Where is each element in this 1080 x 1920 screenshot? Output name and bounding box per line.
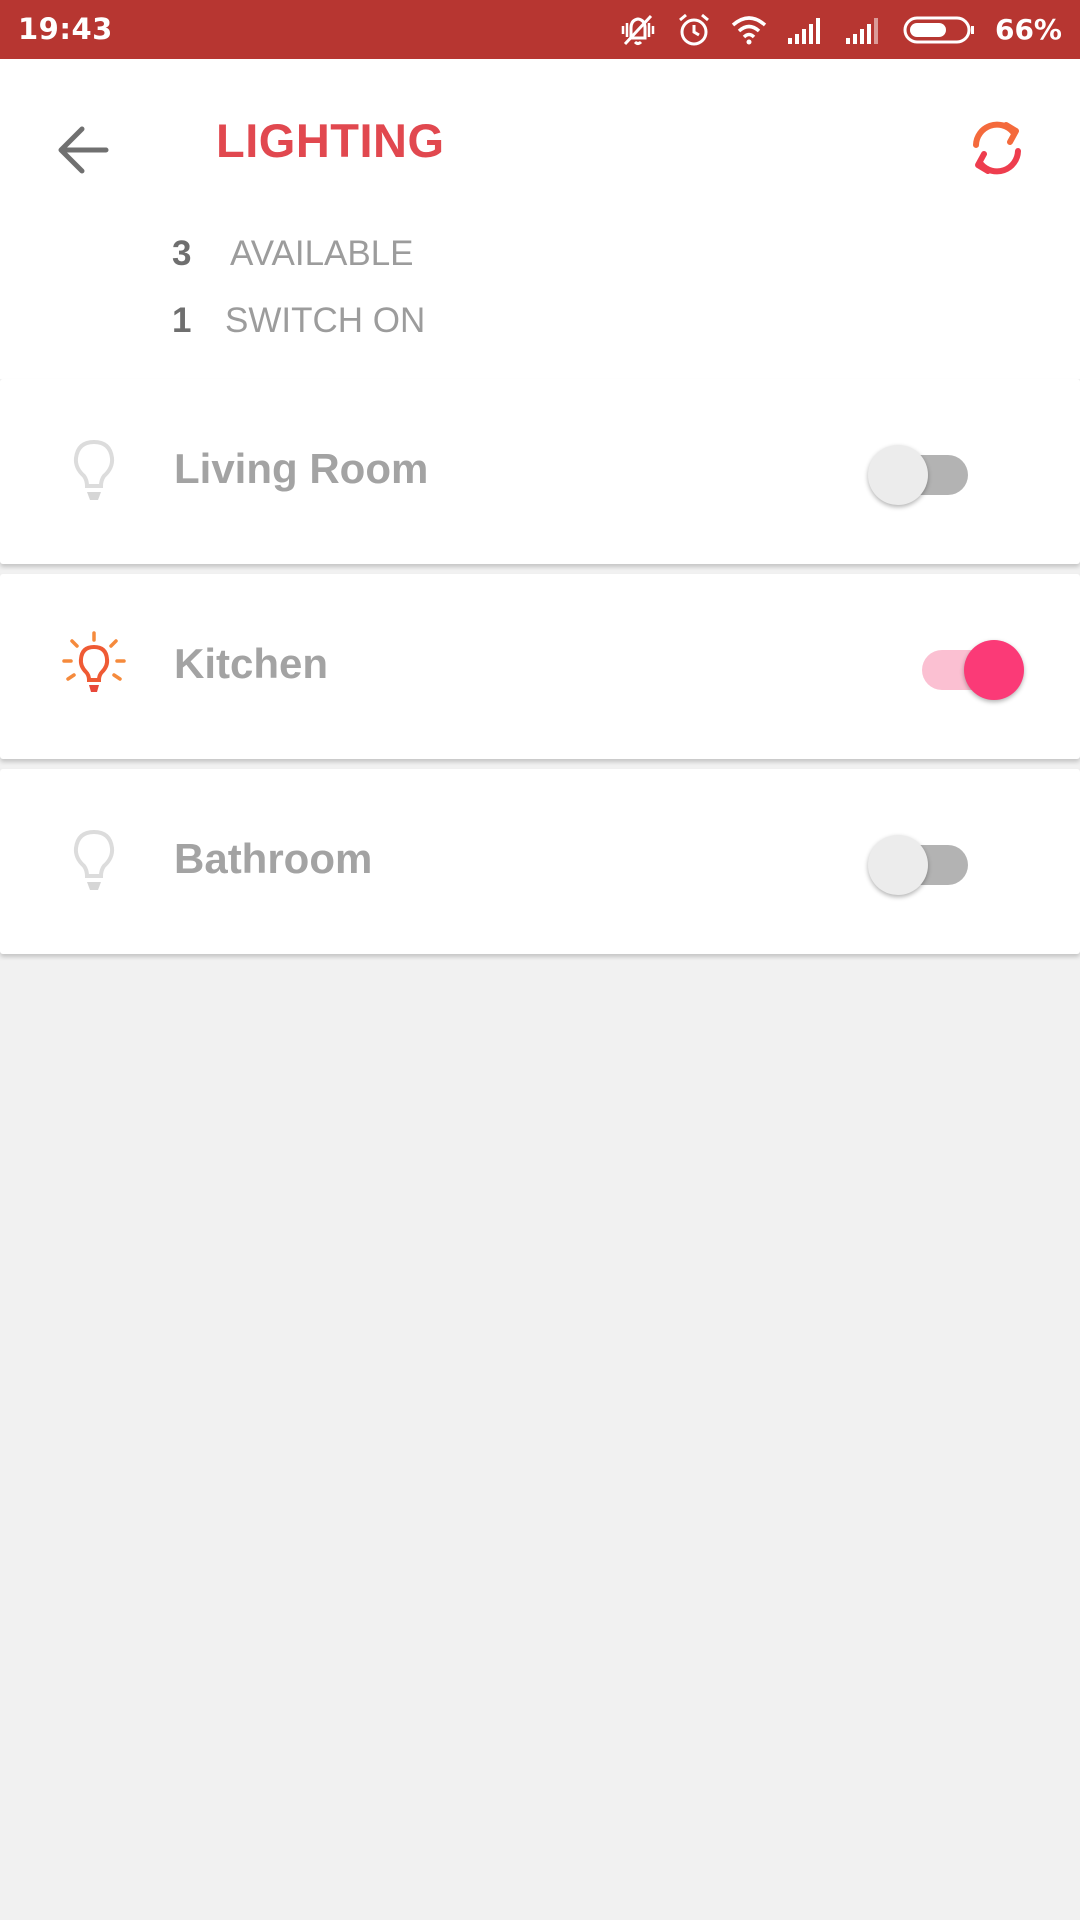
bulb-off-icon <box>58 434 130 506</box>
light-row-living-room[interactable]: Living Room <box>0 379 1080 564</box>
battery-icon <box>903 15 975 45</box>
page-title: LIGHTING <box>216 114 445 167</box>
switch-on-label: SWITCH ON <box>225 301 426 340</box>
refresh-button[interactable] <box>960 111 1034 185</box>
light-row-kitchen[interactable]: Kitchen <box>0 574 1080 759</box>
back-button[interactable] <box>50 115 120 185</box>
signal-icon <box>845 16 883 44</box>
toggle-thumb <box>868 835 928 895</box>
arrow-left-icon <box>50 126 120 189</box>
light-row-bathroom[interactable]: Bathroom <box>0 769 1080 954</box>
app-header: LIGHTING 3 AVAILABLE 1 SWITCH ON <box>0 59 1080 379</box>
light-name: Kitchen <box>174 640 329 687</box>
toggle-thumb <box>868 445 928 505</box>
battery-percent: 66% <box>994 13 1062 46</box>
status-time: 19:43 <box>18 12 113 46</box>
status-icons: 66% <box>619 0 1062 59</box>
lights-list: Living Room Kitchen Bathroom <box>0 379 1080 964</box>
mute-vibrate-icon <box>619 12 657 48</box>
light-toggle[interactable] <box>912 630 1042 700</box>
toggle-thumb <box>964 640 1024 700</box>
switch-on-count: 1 <box>172 301 192 340</box>
bulb-off-icon <box>58 824 130 896</box>
alarm-icon <box>677 12 711 48</box>
refresh-icon <box>960 121 1034 189</box>
status-bar: 19:43 66% <box>0 0 1080 59</box>
signal-icon <box>787 16 825 44</box>
light-toggle[interactable] <box>868 435 998 505</box>
light-toggle[interactable] <box>868 825 998 895</box>
wifi-icon <box>731 15 767 45</box>
switch-on-stat: 1 SWITCH ON <box>172 301 425 341</box>
available-count: 3 <box>172 234 192 273</box>
light-name: Bathroom <box>174 835 373 882</box>
bulb-on-icon <box>58 629 130 701</box>
light-name: Living Room <box>174 445 429 492</box>
available-label: AVAILABLE <box>230 234 414 273</box>
available-stat: 3 AVAILABLE <box>172 234 414 274</box>
